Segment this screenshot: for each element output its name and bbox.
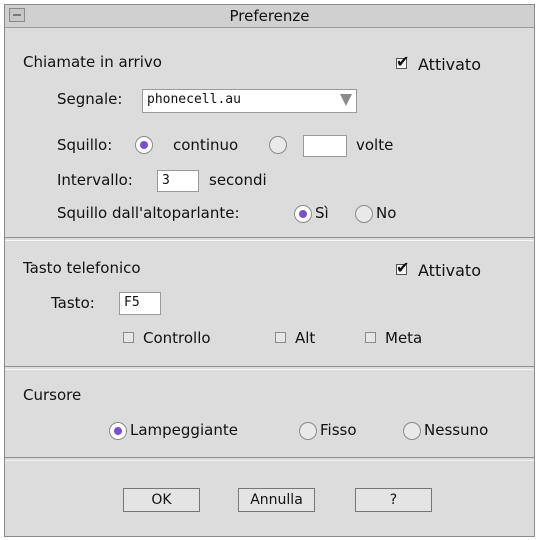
interval-label: Intervallo:: [57, 171, 133, 189]
speaker-label: Squillo dall'altoparlante:: [57, 204, 240, 222]
cancel-button[interactable]: Annulla: [238, 488, 315, 512]
speaker-yes-label: Sì: [315, 204, 329, 222]
cursor-fixed-radio[interactable]: [299, 422, 317, 440]
cursor-blinking-label: Lampeggiante: [130, 421, 238, 439]
ring-continuous-radio[interactable]: [135, 136, 153, 154]
chevron-down-icon[interactable]: [340, 94, 352, 106]
meta-label: Meta: [385, 329, 423, 347]
alt-checkbox[interactable]: [275, 332, 286, 343]
ok-button[interactable]: OK: [123, 488, 200, 512]
window-title: Preferenze: [229, 7, 310, 25]
interval-input[interactable]: 3: [157, 170, 199, 192]
signal-label: Segnale:: [57, 90, 123, 108]
signal-dropdown[interactable]: phonecell.au: [142, 89, 357, 113]
section-divider: [5, 237, 534, 241]
incoming-enabled-label: Attivato: [418, 55, 481, 74]
interval-unit: secondi: [209, 171, 267, 189]
cursor-blinking-radio[interactable]: [109, 422, 127, 440]
alt-label: Alt: [295, 329, 316, 347]
control-label: Controllo: [143, 329, 211, 347]
incoming-calls-heading: Chiamate in arrivo: [23, 53, 162, 71]
speaker-no-label: No: [376, 204, 397, 222]
incoming-enabled-checkbox[interactable]: [396, 52, 409, 71]
ring-label: Squillo:: [57, 136, 113, 154]
help-button[interactable]: ?: [355, 488, 432, 512]
ring-continuous-label: continuo: [173, 136, 239, 154]
title-bar: Preferenze: [5, 5, 534, 28]
hotkey-enabled-checkbox[interactable]: [396, 258, 409, 277]
hotkey-enabled-label: Attivato: [418, 261, 481, 280]
cursor-heading: Cursore: [23, 386, 82, 404]
key-label: Tasto:: [51, 294, 95, 312]
meta-checkbox[interactable]: [365, 332, 376, 343]
hotkey-heading: Tasto telefonico: [23, 259, 141, 277]
key-input[interactable]: F5: [119, 292, 161, 315]
signal-value: phonecell.au: [147, 92, 241, 107]
cursor-fixed-label: Fisso: [320, 421, 357, 439]
preferences-window: Preferenze Chiamate in arrivo Attivato S…: [4, 4, 535, 537]
section-divider: [5, 457, 534, 461]
ring-times-label: volte: [356, 136, 394, 154]
cursor-none-label: Nessuno: [424, 421, 489, 439]
ring-times-radio[interactable]: [269, 136, 287, 154]
cursor-none-radio[interactable]: [403, 422, 421, 440]
speaker-yes-radio[interactable]: [294, 205, 312, 223]
control-checkbox[interactable]: [123, 332, 134, 343]
section-divider: [5, 366, 534, 370]
speaker-no-radio[interactable]: [355, 205, 373, 223]
ring-times-input[interactable]: [303, 135, 347, 157]
